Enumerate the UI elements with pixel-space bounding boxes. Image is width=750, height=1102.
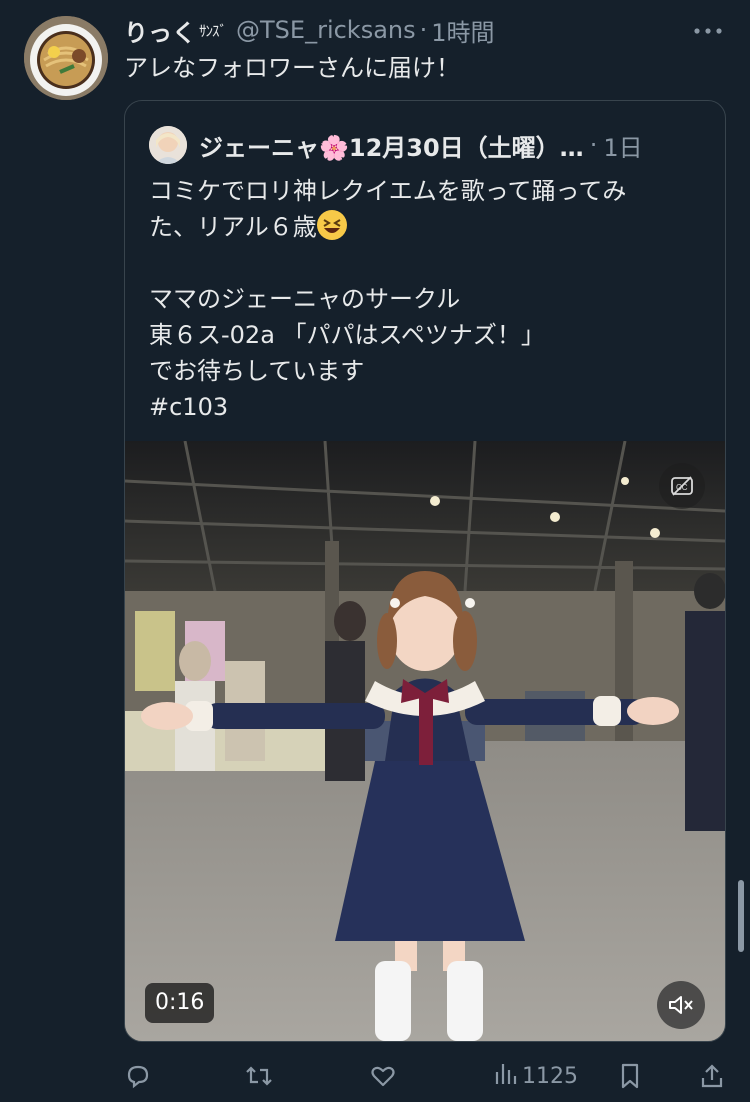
reply-icon[interactable] xyxy=(124,1062,152,1090)
grinning-squinting-face-icon xyxy=(316,210,347,240)
quote-line: でお待ちしています xyxy=(149,357,365,385)
quote-author-name[interactable]: ジェーニャ🌸12月30日（土曜）… xyxy=(199,128,584,163)
quote-line: ママのジェーニャのサークル xyxy=(149,285,461,313)
bookmark-icon[interactable] xyxy=(618,1062,642,1090)
author-badge: ｻﾝｽﾞ xyxy=(199,21,227,40)
quote-separator: · xyxy=(589,131,598,159)
video-player[interactable]: CC 0:16 xyxy=(125,441,725,1041)
tweet-text: アレなフォロワーさんに届け！ xyxy=(124,54,460,82)
header-separator: · xyxy=(419,16,428,44)
more-icon[interactable] xyxy=(690,14,726,44)
quote-line-emoji: た、リアル６歳 xyxy=(149,209,709,245)
retweet-icon[interactable] xyxy=(244,1062,274,1090)
author-avatar[interactable] xyxy=(24,16,108,100)
captions-off-icon[interactable]: CC xyxy=(659,463,705,509)
views-count: 1125 xyxy=(522,1063,578,1089)
views-button[interactable]: 1125 xyxy=(494,1060,578,1092)
views-icon xyxy=(494,1060,518,1092)
quote-text: コミケでロリ神レクイエムを歌って踊ってみ た、リアル６歳 ママのジェーニャのサー… xyxy=(149,173,709,425)
tweet-timestamp[interactable]: 1時間 xyxy=(431,13,494,48)
quoted-tweet[interactable]: ジェーニャ🌸12月30日（土曜）… · 1日 コミケでロリ神レクイエムを歌って踊… xyxy=(124,100,726,1042)
video-frame xyxy=(125,441,725,1041)
video-duration: 0:16 xyxy=(145,983,215,1023)
tweet-header: りっく ｻﾝｽﾞ @TSE_ricksans · 1時間 xyxy=(124,12,726,48)
muted-speaker-icon[interactable] xyxy=(657,981,705,1029)
quote-line: た、リアル６歳 xyxy=(149,213,317,241)
hashtag-link[interactable]: #c103 xyxy=(149,389,709,425)
share-icon[interactable] xyxy=(700,1062,724,1090)
action-bar: 1125 xyxy=(124,1058,724,1094)
quote-timestamp[interactable]: 1日 xyxy=(603,128,642,163)
quote-author-avatar xyxy=(149,126,187,164)
author-handle[interactable]: @TSE_ricksans xyxy=(236,16,416,44)
quote-line: 東６ス-02a 「パパはスペツナズ！」 xyxy=(149,321,545,349)
scrollbar[interactable] xyxy=(738,880,744,952)
like-icon[interactable] xyxy=(369,1062,397,1090)
author-name[interactable]: りっく xyxy=(124,13,196,48)
quote-line: コミケでロリ神レクイエムを歌って踊ってみ xyxy=(149,177,627,205)
quote-header: ジェーニャ🌸12月30日（土曜）… · 1日 xyxy=(149,125,705,165)
